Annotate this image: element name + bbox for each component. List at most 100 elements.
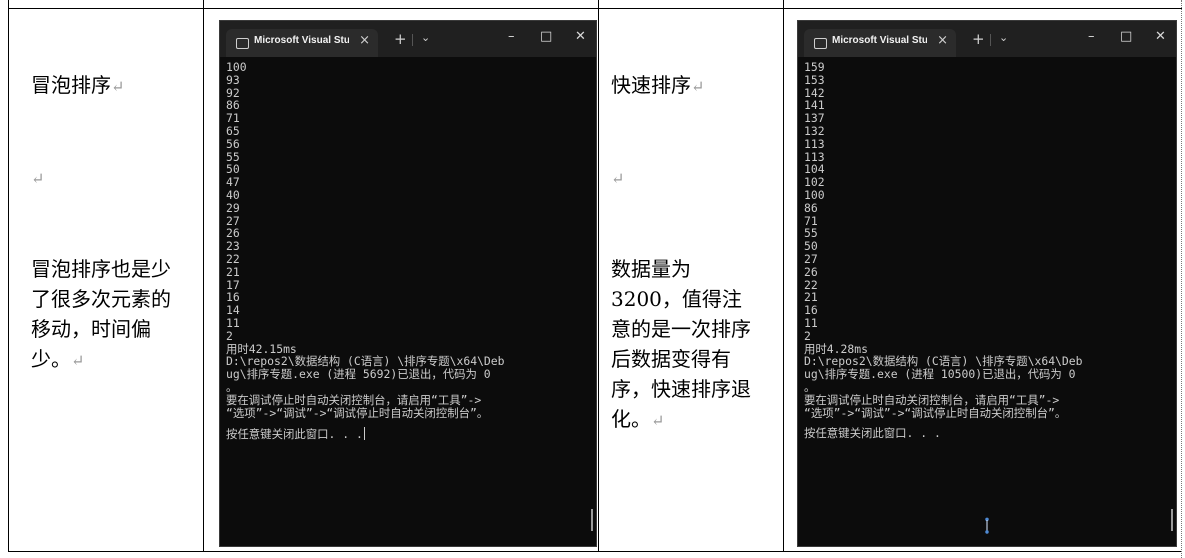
paragraph-mark: ↵	[31, 169, 45, 188]
output-line: 71	[804, 213, 818, 228]
output-line: 71	[226, 111, 240, 126]
close-console-hint: 要在调试停止时自动关闭控制台，请启用“工具”-> “选项”->“调试”->“调试…	[226, 392, 489, 420]
chevron-down-icon[interactable]: ⌄	[999, 31, 1008, 44]
output-line: 40	[226, 187, 240, 202]
output-line: 22	[226, 251, 240, 266]
quick-sort-heading: 快速排序	[611, 73, 691, 97]
paragraph-mark: ↵	[111, 77, 125, 96]
table-column-divider	[598, 0, 599, 552]
output-line: 113	[804, 136, 825, 151]
output-line: 100	[226, 60, 247, 74]
bubble-sort-cell: 冒泡排序↵ ↵ 冒泡排序也是少了很多次元素的移动，时间偏少。↵	[31, 10, 181, 436]
tab-close-icon[interactable]: ×	[937, 33, 948, 48]
output-line: 17	[226, 277, 240, 292]
table-top-border	[8, 8, 1182, 9]
maximize-icon[interactable]: □	[540, 29, 552, 44]
output-line: 29	[226, 200, 240, 215]
paragraph-mark: ↵	[651, 411, 665, 430]
table-column-divider	[203, 0, 204, 552]
output-line: 56	[226, 136, 240, 151]
output-line: 21	[804, 290, 818, 305]
table-column-divider	[8, 0, 9, 552]
table-bottom-border	[8, 551, 1182, 552]
console-output: 159 153 142 141 137 132 113 113 104 102 100 86 71 55 5…	[804, 61, 1083, 440]
output-line: 113	[804, 149, 825, 164]
quick-sort-console-window: Microsoft Visual Studio × + ⌄ – □ ✕ 1591…	[797, 20, 1177, 547]
quick-sort-note: 数据量为3200，值得注意的是一次排序后数据变得有序，快速排序退化。	[611, 257, 751, 431]
page-margin-guide	[1181, 0, 1182, 558]
press-any-key-prompt: 按任意键关闭此窗口. . .	[226, 427, 363, 442]
output-line: 16	[226, 290, 240, 305]
output-line: 2	[226, 328, 233, 343]
output-line: 102	[804, 175, 825, 190]
output-line: 27	[804, 251, 818, 266]
scrollbar[interactable]	[1171, 509, 1173, 531]
bubble-sort-console-window: Microsoft Visual Studio × + ⌄ – □ ✕ 1009…	[219, 20, 597, 547]
output-line: 26	[226, 226, 240, 241]
paragraph-mark: ↵	[71, 351, 85, 370]
title-bar[interactable]: Microsoft Visual Studio × + ⌄ – □ ✕	[798, 21, 1176, 57]
output-line: 47	[226, 175, 240, 190]
tab-title: Microsoft Visual Studio	[832, 35, 927, 46]
new-tab-icon[interactable]: +	[394, 30, 407, 48]
minimize-icon[interactable]: –	[1088, 29, 1095, 44]
console-output: 100 93 92 86 71 65 56 55 50 47 40 29 27 26 23 22 21 17 16 1…	[226, 61, 505, 441]
output-line: 65	[226, 123, 240, 138]
paragraph-mark: ↵	[611, 169, 625, 188]
output-line: 55	[804, 226, 818, 241]
output-line: 86	[226, 98, 240, 113]
output-line: 104	[804, 162, 825, 177]
scrollbar[interactable]	[591, 509, 593, 531]
title-bar[interactable]: Microsoft Visual Studio × + ⌄ – □ ✕	[220, 21, 596, 57]
titlebar-separator	[990, 34, 991, 46]
output-line: 11	[804, 315, 818, 330]
exit-message: D:\repos2\数据结构 (C语言) \排序专题\x64\Deb ug\排序…	[226, 354, 505, 394]
output-line: 137	[804, 111, 825, 126]
output-line: 22	[804, 277, 818, 292]
output-line: 50	[804, 239, 818, 254]
output-line: 2	[804, 328, 811, 343]
close-icon[interactable]: ✕	[575, 29, 586, 44]
titlebar-separator	[412, 34, 413, 46]
output-line: 159	[804, 60, 825, 74]
output-line: 14	[226, 303, 240, 318]
output-line: 100	[804, 187, 825, 202]
output-line: 86	[804, 200, 818, 215]
sorted-output: 159 153 142 141 137 132 113 113 104 102 100 86 71 55 5…	[804, 61, 1083, 343]
minimize-icon[interactable]: –	[508, 29, 515, 44]
paragraph-mark: ↵	[691, 77, 705, 96]
output-line: 153	[804, 72, 825, 87]
output-line: 50	[226, 162, 240, 177]
close-icon[interactable]: ✕	[1155, 29, 1166, 44]
quick-sort-cell: 快速排序↵ ↵ 数据量为3200，值得注意的是一次排序后数据变得有序，快速排序退…	[611, 10, 761, 496]
bubble-sort-note: 冒泡排序也是少了很多次元素的移动，时间偏少。	[31, 257, 171, 371]
output-line: 16	[804, 303, 818, 318]
output-line: 55	[226, 149, 240, 164]
output-line: 132	[804, 123, 825, 138]
tab-close-icon[interactable]: ×	[359, 33, 370, 48]
terminal-icon	[814, 38, 827, 49]
terminal-tab[interactable]: Microsoft Visual Studio ×	[804, 29, 956, 57]
text-cursor	[363, 427, 365, 441]
output-line: 11	[226, 315, 240, 330]
output-line: 23	[226, 239, 240, 254]
output-line: 141	[804, 98, 825, 113]
tab-title: Microsoft Visual Studio	[254, 35, 349, 46]
new-tab-icon[interactable]: +	[972, 30, 985, 48]
output-line: 21	[226, 264, 240, 279]
terminal-tab[interactable]: Microsoft Visual Studio ×	[226, 29, 378, 57]
table-column-divider	[783, 0, 784, 552]
output-line: 92	[226, 85, 240, 100]
output-line: 26	[804, 264, 818, 279]
maximize-icon[interactable]: □	[1120, 29, 1132, 44]
mouse-ibeam-cursor-icon	[985, 517, 989, 534]
output-line: 93	[226, 72, 240, 87]
chevron-down-icon[interactable]: ⌄	[421, 31, 430, 44]
output-line: 142	[804, 85, 825, 100]
close-console-hint: 要在调试停止时自动关闭控制台，请启用“工具”-> “选项”->“调试”->“调试…	[804, 392, 1067, 420]
document-page: 冒泡排序↵ ↵ 冒泡排序也是少了很多次元素的移动，时间偏少。↵ 快速排序↵ ↵ …	[0, 0, 1185, 558]
terminal-icon	[236, 38, 249, 49]
bubble-sort-heading: 冒泡排序	[31, 73, 111, 97]
output-line: 27	[226, 213, 240, 228]
exit-message: D:\repos2\数据结构 (C语言) \排序专题\x64\Deb ug\排序…	[804, 354, 1083, 394]
